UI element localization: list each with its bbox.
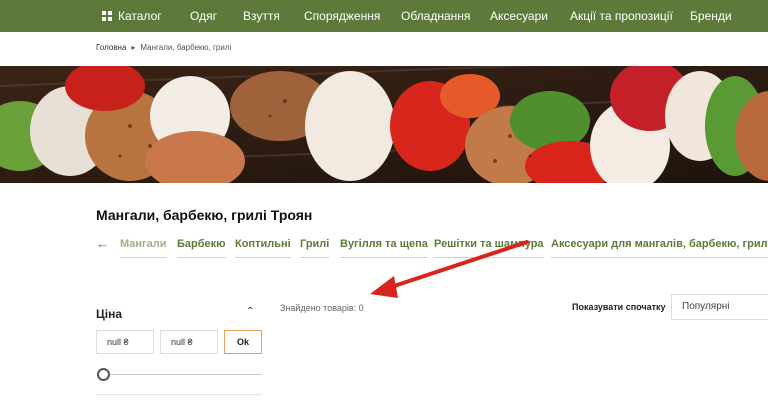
breadcrumb-current: Мангали, барбекю, грилі — [140, 43, 232, 52]
price-slider-handle[interactable] — [97, 368, 110, 381]
sort-select[interactable]: Популярні — [671, 294, 768, 320]
sort-label: Показувати спочатку — [572, 302, 666, 312]
catalog-label: Каталог — [118, 9, 162, 23]
breadcrumb-home[interactable]: Головна — [96, 43, 126, 52]
filter-divider — [96, 394, 262, 395]
category-tab-grates-skewers[interactable]: Решітки та шампура — [434, 238, 544, 258]
nav-item-clothing[interactable]: Одяг — [190, 0, 217, 32]
grid-icon — [102, 11, 112, 21]
nav-item-equipment[interactable]: Обладнання — [401, 0, 470, 32]
page-title: Мангали, барбекю, грилі Троян — [96, 207, 313, 223]
category-tab-barbecue[interactable]: Барбекю — [177, 238, 226, 258]
price-ok-button[interactable]: Ok — [224, 330, 262, 354]
catalog-menu-button[interactable]: Каталог — [102, 9, 162, 23]
top-navigation: Каталог Одяг Взуття Спорядження Обладнан… — [0, 0, 768, 32]
category-tab-charcoal[interactable]: Вугілля та щепа — [340, 238, 428, 258]
nav-item-promotions[interactable]: Акції та пропозиції — [570, 0, 673, 32]
nav-item-brands[interactable]: Бренди — [690, 0, 732, 32]
chevron-up-icon[interactable]: ⌃ — [246, 306, 254, 317]
nav-item-gear[interactable]: Спорядження — [304, 0, 380, 32]
nav-item-accessories[interactable]: Аксесуари — [490, 0, 548, 32]
price-filter-title: Ціна — [96, 307, 123, 321]
category-tab-grills[interactable]: Грилі — [300, 238, 330, 258]
back-arrow-icon[interactable]: ← — [96, 236, 109, 251]
category-tab-accessories[interactable]: Аксесуари для мангалів, барбекю, грилів — [551, 238, 768, 258]
price-max-input[interactable]: null ₴ — [160, 330, 218, 354]
nav-item-footwear[interactable]: Взуття — [243, 0, 280, 32]
category-tab-smokers[interactable]: Коптильні — [235, 238, 291, 258]
category-banner-image — [0, 66, 768, 183]
price-min-input[interactable]: null ₴ — [96, 330, 154, 354]
products-found-count: Знайдено товарів: 0 — [280, 303, 364, 313]
chevron-right-icon: ▸ — [131, 43, 136, 52]
category-tab-grills-mangal[interactable]: Мангали — [120, 238, 167, 258]
grilled-skewers-photo — [0, 66, 768, 183]
price-slider-track[interactable] — [104, 374, 262, 375]
breadcrumb: Головна ▸ Мангали, барбекю, грилі — [96, 43, 231, 52]
